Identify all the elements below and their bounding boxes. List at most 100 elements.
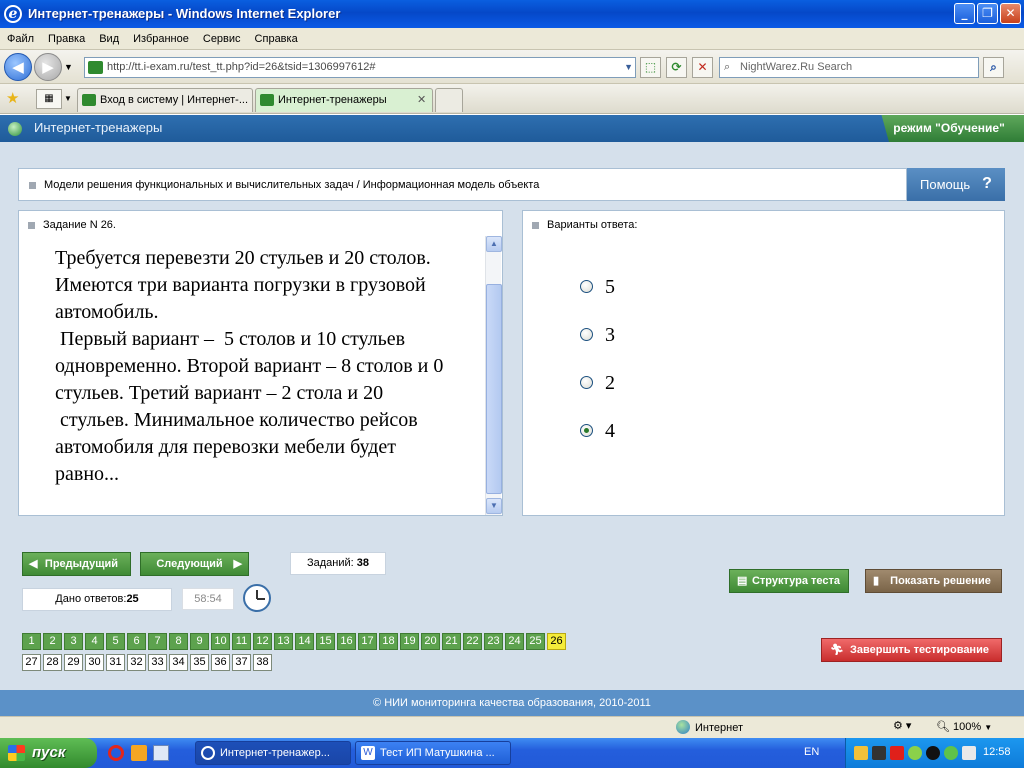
question-number[interactable]: 4 [85, 633, 104, 650]
start-button[interactable]: пуск [0, 738, 97, 768]
question-number[interactable]: 33 [148, 654, 167, 671]
stop-button[interactable]: ✕ [692, 57, 713, 78]
safely-remove-icon[interactable] [962, 746, 976, 760]
history-dropdown-icon[interactable]: ▼ [64, 62, 73, 72]
question-number[interactable]: 10 [211, 633, 230, 650]
question-number[interactable]: 23 [484, 633, 503, 650]
question-number[interactable]: 24 [505, 633, 524, 650]
answer-radio[interactable] [580, 424, 593, 437]
question-number[interactable]: 18 [379, 633, 398, 650]
question-number[interactable]: 15 [316, 633, 335, 650]
menu-favorites[interactable]: Избранное [126, 28, 196, 50]
question-number[interactable]: 6 [127, 633, 146, 650]
menu-edit[interactable]: Правка [41, 28, 92, 50]
forward-button[interactable]: ▶ [34, 53, 62, 81]
refresh-button[interactable]: ⟳ [666, 57, 687, 78]
tray-app-icon[interactable] [908, 746, 922, 760]
question-number[interactable]: 3 [64, 633, 83, 650]
language-indicator[interactable]: EN [804, 746, 819, 758]
address-input[interactable]: http://tt.i-exam.ru/test_tt.php?id=26&ts… [84, 57, 636, 78]
question-number[interactable]: 5 [106, 633, 125, 650]
question-number[interactable]: 19 [400, 633, 419, 650]
back-button[interactable]: ◀ [4, 53, 32, 81]
menu-view[interactable]: Вид [92, 28, 126, 50]
next-button[interactable]: Следующий ▶ [140, 552, 249, 576]
answer-radio[interactable] [580, 280, 593, 293]
question-number[interactable]: 7 [148, 633, 167, 650]
close-button[interactable]: ✕ [1000, 3, 1021, 24]
question-number[interactable]: 38 [253, 654, 272, 671]
previous-button[interactable]: ◀ Предыдущий [22, 552, 131, 576]
compatibility-icon[interactable]: ⬚ [640, 57, 661, 78]
question-number[interactable]: 2 [43, 633, 62, 650]
question-number[interactable]: 30 [85, 654, 104, 671]
show-desktop-icon[interactable] [153, 745, 169, 761]
question-number[interactable]: 21 [442, 633, 461, 650]
task-scrollbar[interactable]: ▲ ▼ [485, 236, 502, 515]
answer-radio[interactable] [580, 376, 593, 389]
menu-tools[interactable]: Сервис [196, 28, 248, 50]
question-number[interactable]: 25 [526, 633, 545, 650]
question-number[interactable]: 22 [463, 633, 482, 650]
tray-app-icon[interactable] [872, 746, 886, 760]
tray-app-icon[interactable] [926, 746, 940, 760]
question-number[interactable]: 17 [358, 633, 377, 650]
protected-mode-icon[interactable]: ⚙ ▾ [893, 719, 911, 732]
quick-tabs-icon[interactable]: ▦ [36, 89, 62, 109]
kaspersky-icon[interactable] [890, 746, 904, 760]
zoom-control[interactable]: 🔍︎ 100% ▼ [936, 719, 992, 736]
tab-trainers-label: Интернет-тренажеры [278, 94, 387, 106]
question-number[interactable]: 34 [169, 654, 188, 671]
question-number[interactable]: 13 [274, 633, 293, 650]
tray-app-icon[interactable] [854, 746, 868, 760]
show-solution-button[interactable]: ▮ Показать решение [865, 569, 1002, 593]
question-number[interactable]: 37 [232, 654, 251, 671]
menu-help[interactable]: Справка [248, 28, 305, 50]
question-number[interactable]: 16 [337, 633, 356, 650]
question-number[interactable]: 31 [106, 654, 125, 671]
test-structure-button[interactable]: ▤ Структура теста [729, 569, 849, 593]
question-number[interactable]: 36 [211, 654, 230, 671]
favorites-star-icon[interactable]: ★ [6, 89, 19, 107]
task-panel: Задание N 26. Требуется перевезти 20 сту… [18, 210, 503, 516]
tab-trainers[interactable]: Интернет-тренажеры ✕ [255, 88, 433, 112]
scroll-up-icon[interactable]: ▲ [486, 236, 502, 252]
maximize-button[interactable]: ❐ [977, 3, 998, 24]
question-number[interactable]: 1 [22, 633, 41, 650]
search-input[interactable]: ⌕ NightWarez.Ru Search [719, 57, 979, 78]
question-number[interactable]: 14 [295, 633, 314, 650]
question-number[interactable]: 12 [253, 633, 272, 650]
new-tab-button[interactable] [435, 88, 463, 112]
question-number[interactable]: 28 [43, 654, 62, 671]
answer-radio[interactable] [580, 328, 593, 341]
question-number[interactable]: 29 [64, 654, 83, 671]
help-button[interactable]: Помощь ? [907, 168, 1005, 201]
answered-label: Дано ответов: [55, 593, 127, 605]
tab-list-dropdown-icon[interactable]: ▼ [64, 94, 72, 103]
answer-value: 3 [605, 324, 615, 346]
scroll-thumb[interactable] [486, 284, 502, 494]
taskbar-ie-window[interactable]: Интернет-тренажер... [195, 741, 351, 765]
close-tab-icon[interactable]: ✕ [417, 89, 426, 111]
question-number[interactable]: 32 [127, 654, 146, 671]
question-number[interactable]: 35 [190, 654, 209, 671]
taskbar-word-window[interactable]: W Тест ИП Матушкина ... [355, 741, 511, 765]
tab-login[interactable]: Вход в систему | Интернет-... [77, 88, 253, 112]
minimize-button[interactable]: _ [954, 3, 975, 24]
finish-test-button[interactable]: 🏃︎ Завершить тестирование [821, 638, 1002, 662]
address-dropdown-icon[interactable]: ▼ [624, 58, 633, 77]
opera-icon[interactable] [108, 745, 124, 761]
question-number[interactable]: 11 [232, 633, 251, 650]
menu-file[interactable]: Файл [0, 28, 41, 50]
scroll-down-icon[interactable]: ▼ [486, 498, 502, 514]
question-number[interactable]: 27 [22, 654, 41, 671]
search-button[interactable]: ⌕ [983, 57, 1004, 78]
quicklaunch-app-icon[interactable] [131, 745, 147, 761]
question-number[interactable]: 26 [547, 633, 566, 650]
question-number[interactable]: 8 [169, 633, 188, 650]
question-number[interactable]: 9 [190, 633, 209, 650]
answers-header-text: Варианты ответа: [547, 219, 638, 231]
taskbar-ie-label: Интернет-тренажер... [220, 747, 330, 759]
tray-app-icon[interactable] [944, 746, 958, 760]
question-number[interactable]: 20 [421, 633, 440, 650]
